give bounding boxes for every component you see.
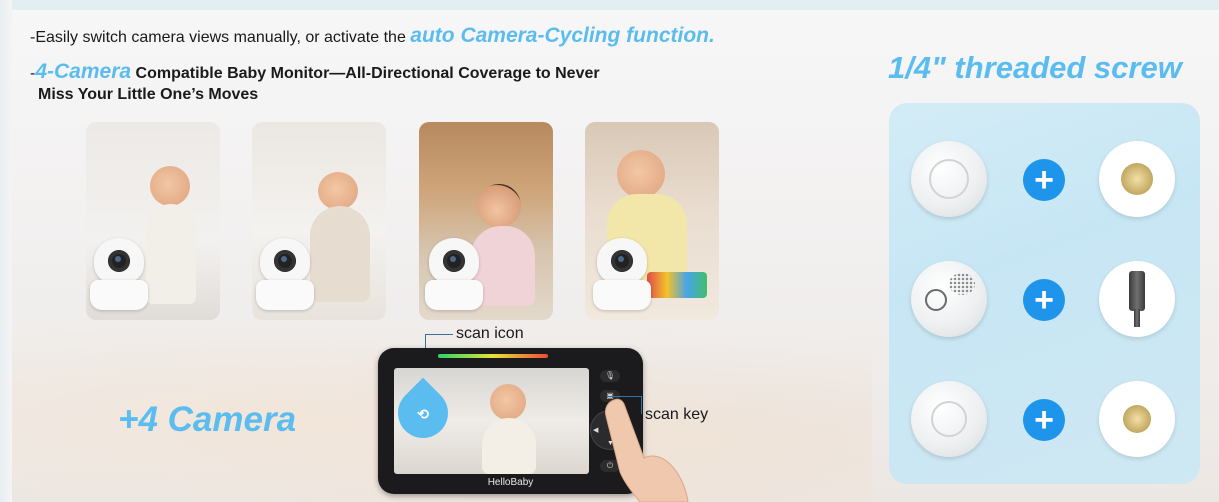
- screen-baby-head: [490, 384, 526, 420]
- feature-line-1-text: -Easily switch camera views manually, or…: [30, 29, 411, 46]
- plus-icon: +: [1023, 159, 1065, 201]
- camera-device: [425, 238, 483, 310]
- screw-adapter-top: [1099, 141, 1175, 217]
- scan-icon-leader-line: [425, 334, 453, 335]
- scan-icon: ⟲: [417, 406, 429, 422]
- camera-device: [256, 238, 314, 310]
- baby-head: [477, 184, 521, 228]
- feature-line-2-text: Compatible Baby Monitor—All-Directional …: [131, 65, 600, 82]
- feature-line-3: Miss Your Little One’s Moves: [38, 86, 259, 103]
- plus-icon: +: [1023, 399, 1065, 441]
- left-frame-strip: [0, 0, 12, 502]
- plus-4-camera-heading: +4 Camera: [118, 400, 297, 439]
- baby-head: [617, 150, 665, 198]
- feature-line-2: -4-Camera Compatible Baby Monitor—All-Di…: [30, 60, 600, 84]
- toy-blocks: [647, 272, 707, 298]
- mount-plate-top-view: [911, 141, 987, 217]
- feature-line-2-highlight: 4-Camera: [35, 60, 132, 83]
- camera-device: [90, 238, 148, 310]
- scan-icon-label: scan icon: [456, 325, 524, 342]
- feature-line-1: -Easily switch camera views manually, or…: [30, 24, 715, 48]
- baby-body: [146, 204, 196, 304]
- threaded-stud: [1099, 261, 1175, 337]
- plus-icon: +: [1023, 279, 1065, 321]
- feature-line-1-highlight: auto Camera-Cycling function.: [410, 24, 715, 47]
- screw-adapter-bottom: [1099, 381, 1175, 457]
- photo-baby-playing: [585, 122, 719, 320]
- threaded-screw-title: 1/4" threaded screw: [888, 50, 1182, 85]
- dpad-left-icon[interactable]: ◀: [593, 426, 598, 434]
- mount-plate-bottom-view: [911, 381, 987, 457]
- photo-baby-sleeping: [252, 122, 386, 320]
- mic-button[interactable]: 🎙: [600, 370, 620, 382]
- screw-parts-panel: + + +: [889, 103, 1200, 484]
- photo-baby-standing: [86, 122, 220, 320]
- baby-head: [318, 172, 358, 210]
- pointing-hand: [605, 398, 689, 502]
- camera-device: [593, 238, 651, 310]
- audio-level-bar: [438, 354, 548, 358]
- photo-baby-eating: [419, 122, 553, 320]
- screen-baby-body: [482, 418, 536, 474]
- baby-body: [310, 206, 370, 302]
- baby-head: [150, 166, 190, 206]
- top-frame-strip: [0, 0, 1219, 10]
- mount-plate-back-view: [911, 261, 987, 337]
